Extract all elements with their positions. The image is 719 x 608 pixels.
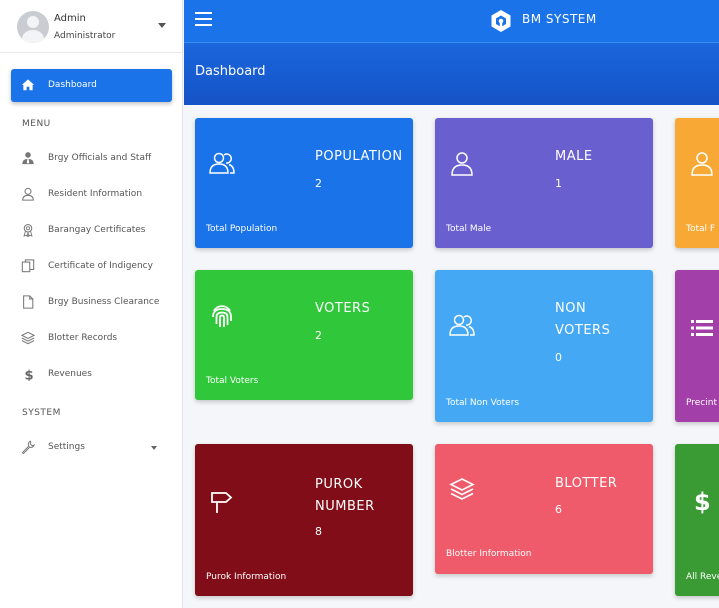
- card-title-line2: VOTERS: [555, 323, 611, 338]
- user-tie-icon: [22, 152, 34, 165]
- file-icon: [23, 295, 34, 309]
- card-value: 0: [555, 351, 562, 364]
- sidebar-item-label: Dashboard: [48, 80, 97, 90]
- card-value: 2: [315, 329, 322, 342]
- chevron-down-icon: [151, 446, 157, 450]
- card-footer: Total Male: [446, 224, 492, 234]
- sidebar-item-label: Brgy Officials and Staff: [48, 153, 152, 163]
- card-title: BLOTTER: [555, 476, 618, 491]
- sidebar-item-label: Settings: [48, 442, 85, 452]
- dollar-icon: $: [25, 368, 34, 381]
- user-panel[interactable]: Admin Administrator: [0, 0, 182, 53]
- page-header: Dashboard: [184, 43, 719, 105]
- card-precinct[interactable]: Precint: [675, 270, 719, 422]
- section-menu: MENU: [22, 119, 51, 129]
- card-title: POPULATION: [315, 149, 403, 164]
- home-icon: [21, 79, 35, 91]
- card-footer: Total Non Voters: [446, 398, 520, 408]
- sidebar: Admin Administrator Dashboard MENU Brgy …: [0, 0, 183, 608]
- sidebar-item-label: Revenues: [48, 369, 92, 379]
- sidebar-item-indigency[interactable]: Certificate of Indigency: [0, 254, 183, 280]
- sidebar-item-label: Certificate of Indigency: [48, 261, 153, 271]
- card-footer: Blotter Information: [446, 549, 532, 559]
- card-revenue[interactable]: $ All Reve: [675, 444, 719, 596]
- dollar-icon: $: [694, 488, 711, 514]
- sidebar-item-officials[interactable]: Brgy Officials and Staff: [0, 146, 183, 172]
- sidebar-item-resident[interactable]: Resident Information: [0, 182, 183, 208]
- avatar: [17, 11, 49, 43]
- topbar: BM SYSTEM: [184, 0, 719, 43]
- sidebar-item-settings[interactable]: Settings: [0, 435, 183, 461]
- sidebar-item-label: Resident Information: [48, 189, 143, 199]
- layers-icon: [449, 478, 475, 500]
- female-user-icon: [691, 152, 713, 176]
- card-title-line2: NUMBER: [315, 499, 375, 514]
- sidebar-item-certificates[interactable]: Barangay Certificates: [0, 218, 183, 244]
- user-icon: [22, 187, 34, 201]
- card-population[interactable]: POPULATION 2 Total Population: [195, 118, 413, 248]
- card-value: 2: [315, 177, 322, 190]
- certificate-icon: [23, 223, 33, 237]
- card-footer: Total Voters: [206, 376, 259, 386]
- card-footer: All Reve: [686, 572, 719, 582]
- svg-text:$: $: [25, 368, 34, 381]
- card-footer: Total F: [686, 224, 716, 234]
- page-title: Dashboard: [195, 64, 266, 79]
- signpost-icon: [211, 492, 233, 513]
- card-value: 8: [315, 525, 322, 538]
- card-title: MALE: [555, 149, 593, 164]
- card-title: PUROK: [315, 477, 363, 492]
- user-name: Admin: [54, 13, 86, 24]
- card-voters[interactable]: VOTERS 2 Total Voters: [195, 270, 413, 400]
- sidebar-item-dashboard[interactable]: Dashboard: [11, 69, 172, 102]
- section-system: SYSTEM: [22, 408, 61, 418]
- sidebar-item-blotter[interactable]: Blotter Records: [0, 326, 183, 352]
- card-purok[interactable]: PUROK NUMBER 8 Purok Information: [195, 444, 413, 596]
- sidebar-item-revenues[interactable]: $ Revenues: [0, 362, 183, 388]
- card-blotter[interactable]: BLOTTER 6 Blotter Information: [435, 444, 653, 574]
- sidebar-item-business-clearance[interactable]: Brgy Business Clearance: [0, 290, 183, 316]
- copy-icon: [21, 259, 35, 273]
- brand-name: BM SYSTEM: [522, 12, 597, 26]
- sidebar-item-label: Blotter Records: [48, 333, 118, 343]
- fingerprint-icon: [212, 305, 232, 327]
- male-user-icon: [451, 152, 473, 176]
- users-icon: [209, 152, 235, 174]
- card-value: 6: [555, 503, 562, 516]
- card-female[interactable]: Total F: [675, 118, 719, 248]
- sidebar-item-label: Barangay Certificates: [48, 225, 146, 235]
- card-footer: Total Population: [206, 224, 278, 234]
- card-male[interactable]: MALE 1 Total Male: [435, 118, 653, 248]
- brand-logo-icon: [491, 10, 511, 32]
- card-non-voters[interactable]: NON VOTERS 0 Total Non Voters: [435, 270, 653, 422]
- card-title: NON: [555, 301, 587, 316]
- svg-text:$: $: [694, 488, 711, 514]
- wrench-icon: [21, 440, 35, 454]
- card-title: VOTERS: [315, 301, 371, 316]
- card-footer: Purok Information: [206, 572, 287, 582]
- user-menu-caret-icon[interactable]: [158, 23, 166, 28]
- user-role: Administrator: [54, 31, 116, 41]
- card-footer: Precint: [686, 398, 717, 408]
- sidebar-item-label: Brgy Business Clearance: [48, 297, 160, 307]
- layers-icon: [21, 331, 35, 345]
- list-icon: [691, 320, 713, 336]
- menu-toggle-icon[interactable]: [195, 12, 212, 26]
- card-value: 1: [555, 177, 562, 190]
- users-icon: [449, 314, 475, 336]
